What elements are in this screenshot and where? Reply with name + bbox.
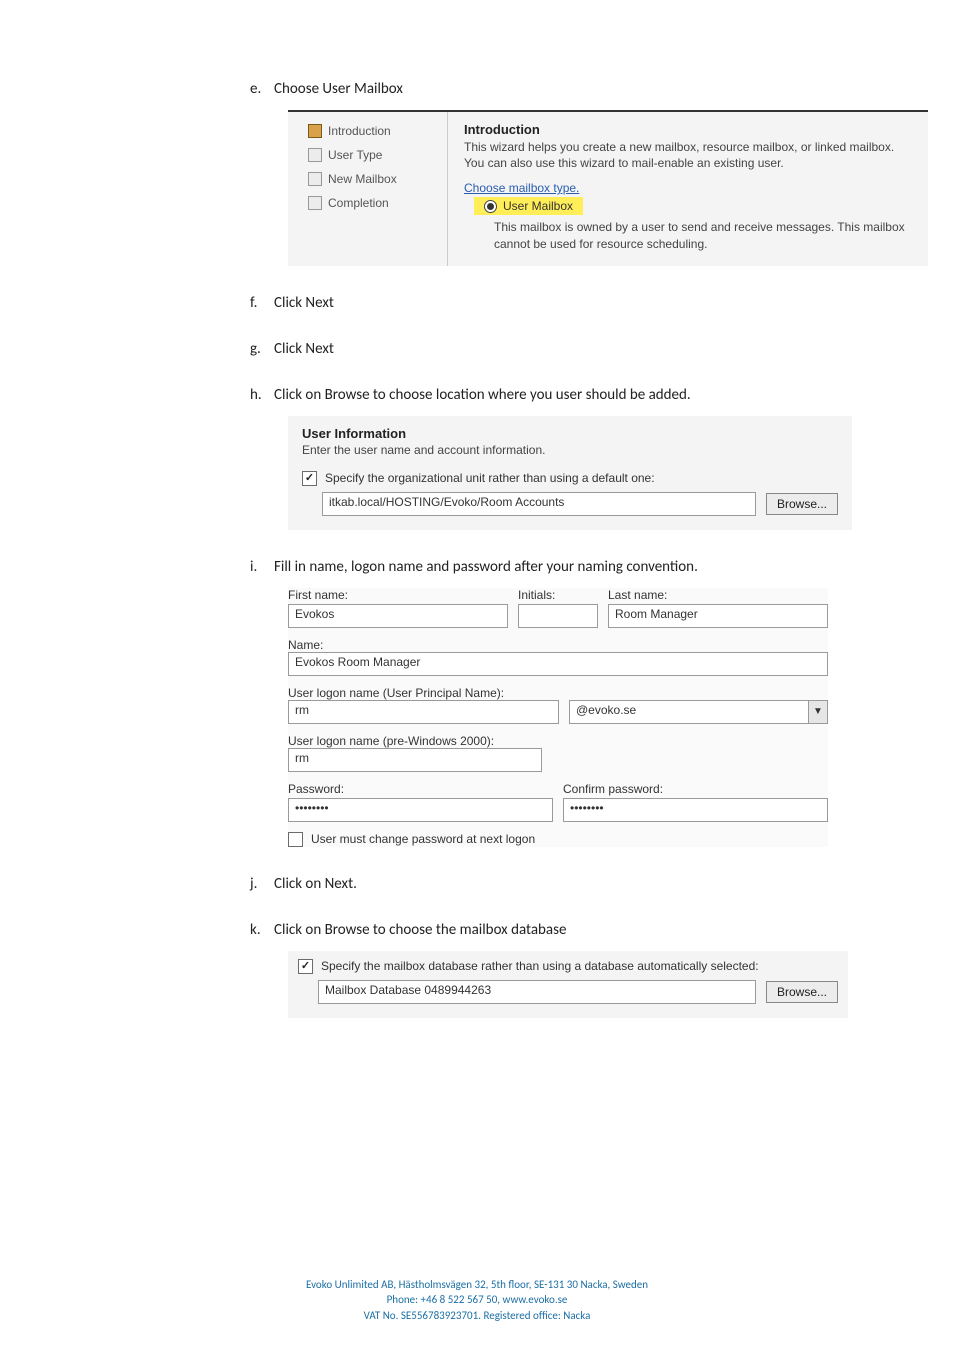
password-field[interactable]: ••••••••	[288, 798, 553, 822]
must-change-password-label: User must change password at next logon	[311, 832, 535, 846]
password-label: Password:	[288, 782, 553, 796]
ou-path-field[interactable]: itkab.local/HOSTING/Evoko/Room Accounts	[322, 492, 756, 516]
first-name-label: First name:	[288, 588, 508, 602]
figure-introduction-wizard: Introduction User Type New Mailbox Compl…	[288, 110, 928, 266]
step-text-h: Click on Browse to choose location where…	[274, 386, 691, 404]
footer-line-3: VAT No. SE556783923701. Registered offic…	[0, 1308, 954, 1323]
initials-label: Initials:	[518, 588, 598, 602]
nav-item-introduction[interactable]: Introduction	[308, 124, 439, 138]
browse-ou-button[interactable]: Browse...	[766, 493, 838, 515]
nav-new-mailbox-icon	[308, 172, 322, 186]
last-name-field[interactable]: Room Manager	[608, 604, 828, 628]
specify-db-label: Specify the mailbox database rather than…	[321, 959, 759, 973]
nav-introduction-icon	[308, 124, 322, 138]
name-label: Name:	[288, 638, 323, 652]
specify-ou-checkbox[interactable]	[302, 471, 317, 486]
figure-user-information: User Information Enter the user name and…	[288, 416, 852, 530]
user-info-subheader: Enter the user name and account informat…	[302, 443, 838, 457]
nav-label-introduction: Introduction	[328, 124, 391, 138]
user-info-header: User Information	[302, 426, 838, 441]
wizard-nav: Introduction User Type New Mailbox Compl…	[288, 112, 448, 266]
step-text-j: Click on Next.	[274, 875, 357, 893]
nav-item-user-type[interactable]: User Type	[308, 148, 439, 162]
user-mailbox-radio-desc: This mailbox is owned by a user to send …	[494, 219, 912, 251]
figure-mailbox-database: Specify the mailbox database rather than…	[288, 951, 848, 1018]
wizard-page-desc: This wizard helps you create a new mailb…	[464, 139, 912, 171]
must-change-password-checkbox[interactable]	[288, 832, 303, 847]
nav-label-user-type: User Type	[328, 148, 382, 162]
step-marker-f: f.	[250, 294, 274, 312]
step-text-k: Click on Browse to choose the mailbox da…	[274, 921, 566, 939]
figure-user-name-form: First name: Evokos Initials: Last name: …	[288, 588, 828, 847]
step-marker-h: h.	[250, 386, 274, 404]
step-text-f: Click Next	[274, 294, 334, 312]
first-name-field[interactable]: Evokos	[288, 604, 508, 628]
upn-label: User logon name (User Principal Name):	[288, 686, 504, 700]
pre2000-field[interactable]: rm	[288, 748, 542, 772]
confirm-password-field[interactable]: ••••••••	[563, 798, 828, 822]
footer-line-1: Evoko Unlimited AB, Hästholmsvägen 32, 5…	[0, 1277, 954, 1292]
step-marker-g: g.	[250, 340, 274, 358]
specify-db-checkbox[interactable]	[298, 959, 313, 974]
upn-domain-value: @evoko.se	[570, 701, 808, 723]
db-name-field[interactable]: Mailbox Database 0489944263	[318, 980, 756, 1004]
initials-field[interactable]	[518, 604, 598, 628]
browse-db-button[interactable]: Browse...	[766, 981, 838, 1003]
confirm-password-label: Confirm password:	[563, 782, 828, 796]
user-mailbox-radio[interactable]: User Mailbox	[474, 197, 583, 215]
upn-user-field[interactable]: rm	[288, 700, 559, 724]
step-text-i: Fill in name, logon name and password af…	[274, 558, 698, 576]
user-mailbox-radio-label: User Mailbox	[503, 199, 573, 213]
step-marker-i: i.	[250, 558, 274, 576]
nav-user-type-icon	[308, 148, 322, 162]
name-field[interactable]: Evokos Room Manager	[288, 652, 828, 676]
wizard-page-title: Introduction	[464, 122, 912, 137]
footer-line-2-pre: Phone: +46 8 522 567 50,	[387, 1293, 503, 1306]
chevron-down-icon: ▼	[808, 701, 827, 723]
nav-item-completion[interactable]: Completion	[308, 196, 439, 210]
nav-item-new-mailbox[interactable]: New Mailbox	[308, 172, 439, 186]
choose-mailbox-type-label: Choose mailbox type.	[464, 181, 912, 195]
step-text-e: Choose User Mailbox	[274, 80, 403, 98]
specify-ou-label: Specify the organizational unit rather t…	[325, 471, 655, 485]
last-name-label: Last name:	[608, 588, 828, 602]
upn-domain-select[interactable]: @evoko.se ▼	[569, 700, 828, 724]
nav-label-new-mailbox: New Mailbox	[328, 172, 397, 186]
step-text-g: Click Next	[274, 340, 334, 358]
radio-selected-icon	[484, 200, 497, 213]
step-marker-k: k.	[250, 921, 274, 939]
footer-website-link[interactable]: www.evoko.se	[503, 1293, 568, 1306]
step-marker-j: j.	[250, 875, 274, 893]
pre2000-label: User logon name (pre-Windows 2000):	[288, 734, 494, 748]
page-footer: Evoko Unlimited AB, Hästholmsvägen 32, 5…	[0, 1277, 954, 1323]
step-marker-e: e.	[250, 80, 274, 98]
nav-completion-icon	[308, 196, 322, 210]
nav-label-completion: Completion	[328, 196, 389, 210]
